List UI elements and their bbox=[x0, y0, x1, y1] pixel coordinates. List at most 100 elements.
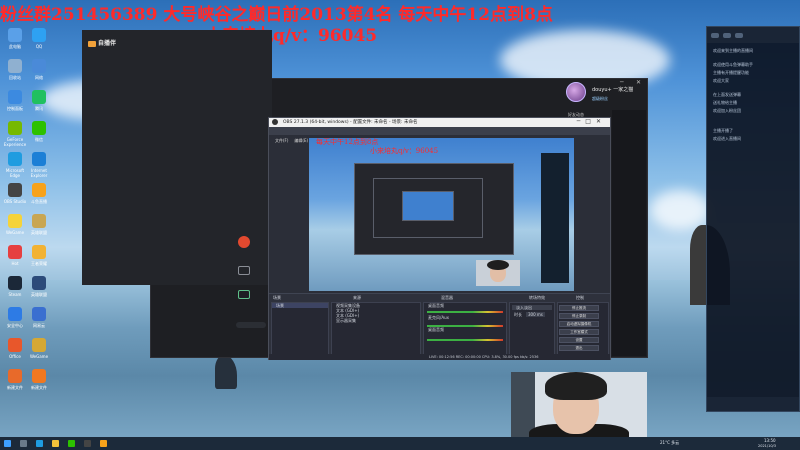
transition-duration-input[interactable]: 300 ms bbox=[526, 312, 545, 317]
obs-preview[interactable] bbox=[309, 138, 574, 291]
chat-message: 欢迎大家 bbox=[713, 78, 729, 83]
wallpaper-cloud bbox=[650, 190, 710, 230]
clock-time[interactable]: 13:50 bbox=[764, 438, 776, 443]
desktop-icon[interactable]: 微信 bbox=[28, 121, 50, 143]
close-icon[interactable]: ✕ bbox=[636, 79, 641, 86]
source-item[interactable]: 显示器采集 bbox=[332, 318, 420, 323]
weather-text[interactable]: 21°C 多云 bbox=[660, 440, 679, 446]
chat-input-bar[interactable] bbox=[707, 397, 799, 411]
desktop-icon-label: 斗鱼直播 bbox=[31, 199, 47, 204]
app-icon bbox=[32, 276, 46, 290]
obs-icon[interactable] bbox=[84, 440, 91, 447]
obs-control-button[interactable]: 工作室模式 bbox=[559, 329, 599, 335]
profile-sidebar bbox=[612, 110, 646, 356]
nested-preview-window bbox=[402, 191, 454, 221]
obs-control-button[interactable]: 停止推流 bbox=[559, 305, 599, 311]
desktop-icon[interactable]: 新建文件 bbox=[4, 369, 26, 391]
desktop-icon-label: 王者荣耀 bbox=[31, 261, 47, 266]
obs-menu-item[interactable]: 文件(F) bbox=[275, 138, 288, 143]
desktop-icon[interactable]: 回收站 bbox=[4, 59, 26, 81]
avatar[interactable] bbox=[566, 82, 586, 102]
desktop-icon[interactable]: 新建文件 bbox=[28, 369, 50, 391]
app-icon bbox=[8, 90, 22, 104]
obs-menu-item[interactable]: 编辑(E) bbox=[294, 138, 308, 143]
app-icon bbox=[8, 214, 22, 228]
desktop-icon[interactable]: Steam bbox=[4, 276, 26, 298]
desktop-icon[interactable]: 控制面板 bbox=[4, 90, 26, 112]
obs-control-button[interactable]: 退出 bbox=[559, 345, 599, 351]
edge-icon[interactable] bbox=[36, 440, 43, 447]
desktop-icon[interactable]: GeForce Experience bbox=[4, 121, 26, 147]
desktop-icon[interactable]: Hot bbox=[4, 245, 26, 267]
scene-item[interactable]: 场景 bbox=[272, 303, 328, 308]
start-icon[interactable] bbox=[4, 440, 11, 447]
search-icon[interactable] bbox=[20, 440, 27, 447]
chat-panel-tab[interactable] bbox=[735, 32, 743, 38]
desktop-icon-label: 英雄联盟 bbox=[31, 292, 47, 297]
desktop-icon[interactable]: 英雄联盟 bbox=[28, 214, 50, 236]
douyu-icon[interactable] bbox=[100, 440, 107, 447]
obs-dock: 场景 来源 混音器 转场特效 控制 场景 视频采集设备 文本 (GDI+) 文本 (… bbox=[269, 293, 610, 360]
obs-menubar: 文件(F)编辑(E)视图(V)停靠窗口(D)配置文件(P)场景集合(S)工具(T… bbox=[269, 127, 610, 143]
app-icon bbox=[32, 90, 46, 104]
obs-control-button[interactable]: 停止录制 bbox=[559, 313, 599, 319]
minimize-icon[interactable]: ─ bbox=[620, 79, 624, 86]
chat-panel-tab[interactable] bbox=[711, 32, 719, 38]
app-brand: 自播伴 bbox=[98, 40, 117, 47]
dock-header-controls: 控制 bbox=[576, 295, 584, 300]
chat-panel-tab[interactable] bbox=[723, 32, 731, 38]
app-icon bbox=[32, 28, 46, 42]
app-icon bbox=[8, 276, 22, 290]
desktop-icon[interactable]: 斗鱼直播 bbox=[28, 183, 50, 205]
desktop-icon[interactable]: 网络 bbox=[28, 59, 50, 81]
audio-meter bbox=[427, 325, 503, 327]
chat-message: 欢迎使用斗鱼弹幕助手 bbox=[713, 62, 753, 67]
desktop-icon[interactable]: 王者荣耀 bbox=[28, 245, 50, 267]
webcam-hair bbox=[487, 260, 509, 270]
desktop-icon[interactable]: 腾讯 bbox=[28, 90, 50, 112]
app-icon bbox=[8, 338, 22, 352]
camera-icon[interactable] bbox=[238, 236, 250, 248]
window-icon[interactable] bbox=[238, 290, 250, 299]
desktop-icon[interactable]: WeGame bbox=[28, 338, 50, 360]
nested-preview-window bbox=[373, 178, 483, 238]
obs-statusbar: LIVE: 00:12:56 REC: 00:00:00 CPU: 3.8%, … bbox=[269, 354, 610, 360]
dock-header-scenes: 场景 bbox=[273, 295, 281, 300]
app-icon bbox=[32, 307, 46, 321]
app-icon bbox=[8, 121, 22, 135]
folder-icon[interactable] bbox=[52, 440, 59, 447]
chat-message: 主播开播了 bbox=[713, 128, 733, 133]
transition-duration-row: 时长 300 ms bbox=[510, 312, 554, 317]
transition-duration-label: 时长 bbox=[514, 312, 522, 317]
nested-preview-window bbox=[354, 163, 514, 255]
window-controls[interactable]: ─□✕ bbox=[577, 118, 606, 125]
transition-select[interactable]: 淡入淡出 bbox=[512, 305, 552, 310]
desktop-icon[interactable]: Microsoft Edge bbox=[4, 152, 26, 178]
desktop-icon[interactable]: QQ bbox=[28, 28, 50, 50]
sidebar-search[interactable] bbox=[236, 322, 266, 328]
app-icon bbox=[8, 307, 22, 321]
desktop-icon-label: Hot bbox=[11, 261, 19, 266]
obs-control-button[interactable]: 设置 bbox=[559, 337, 599, 343]
desktop-icon[interactable]: OBS Studio bbox=[4, 183, 26, 205]
app-icon bbox=[8, 369, 22, 383]
desktop-icon[interactable]: Office bbox=[4, 338, 26, 360]
desktop-icon[interactable]: 网易云 bbox=[28, 307, 50, 329]
desktop-icon[interactable]: WeGame bbox=[4, 214, 26, 236]
wechat-icon[interactable] bbox=[68, 440, 75, 447]
screen-icon[interactable] bbox=[238, 266, 250, 275]
desktop-icon[interactable]: 此电脑 bbox=[4, 28, 26, 50]
obs-logo-icon bbox=[272, 119, 278, 125]
obs-control-button[interactable]: 启动虚拟摄像机 bbox=[559, 321, 599, 327]
desktop-icon[interactable]: 安全中心 bbox=[4, 307, 26, 329]
desktop-icon-label: QQ bbox=[35, 44, 43, 49]
desktop-icon-label: 控制面板 bbox=[7, 106, 23, 111]
preview-webcam bbox=[476, 260, 520, 286]
audio-meter bbox=[427, 311, 503, 313]
desktop-icon[interactable]: Internet Explorer bbox=[28, 152, 50, 178]
clock-date[interactable]: 2021/10/3 bbox=[758, 444, 776, 448]
obs-title: OBS 27.1.3 (64-bit, windows) - 配置文件: 未命名… bbox=[283, 120, 418, 125]
mixer-track-label: 桌面音频 bbox=[428, 327, 444, 332]
desktop-icon[interactable]: 英雄联盟 bbox=[28, 276, 50, 298]
desktop-icon-label: 回收站 bbox=[9, 75, 21, 80]
